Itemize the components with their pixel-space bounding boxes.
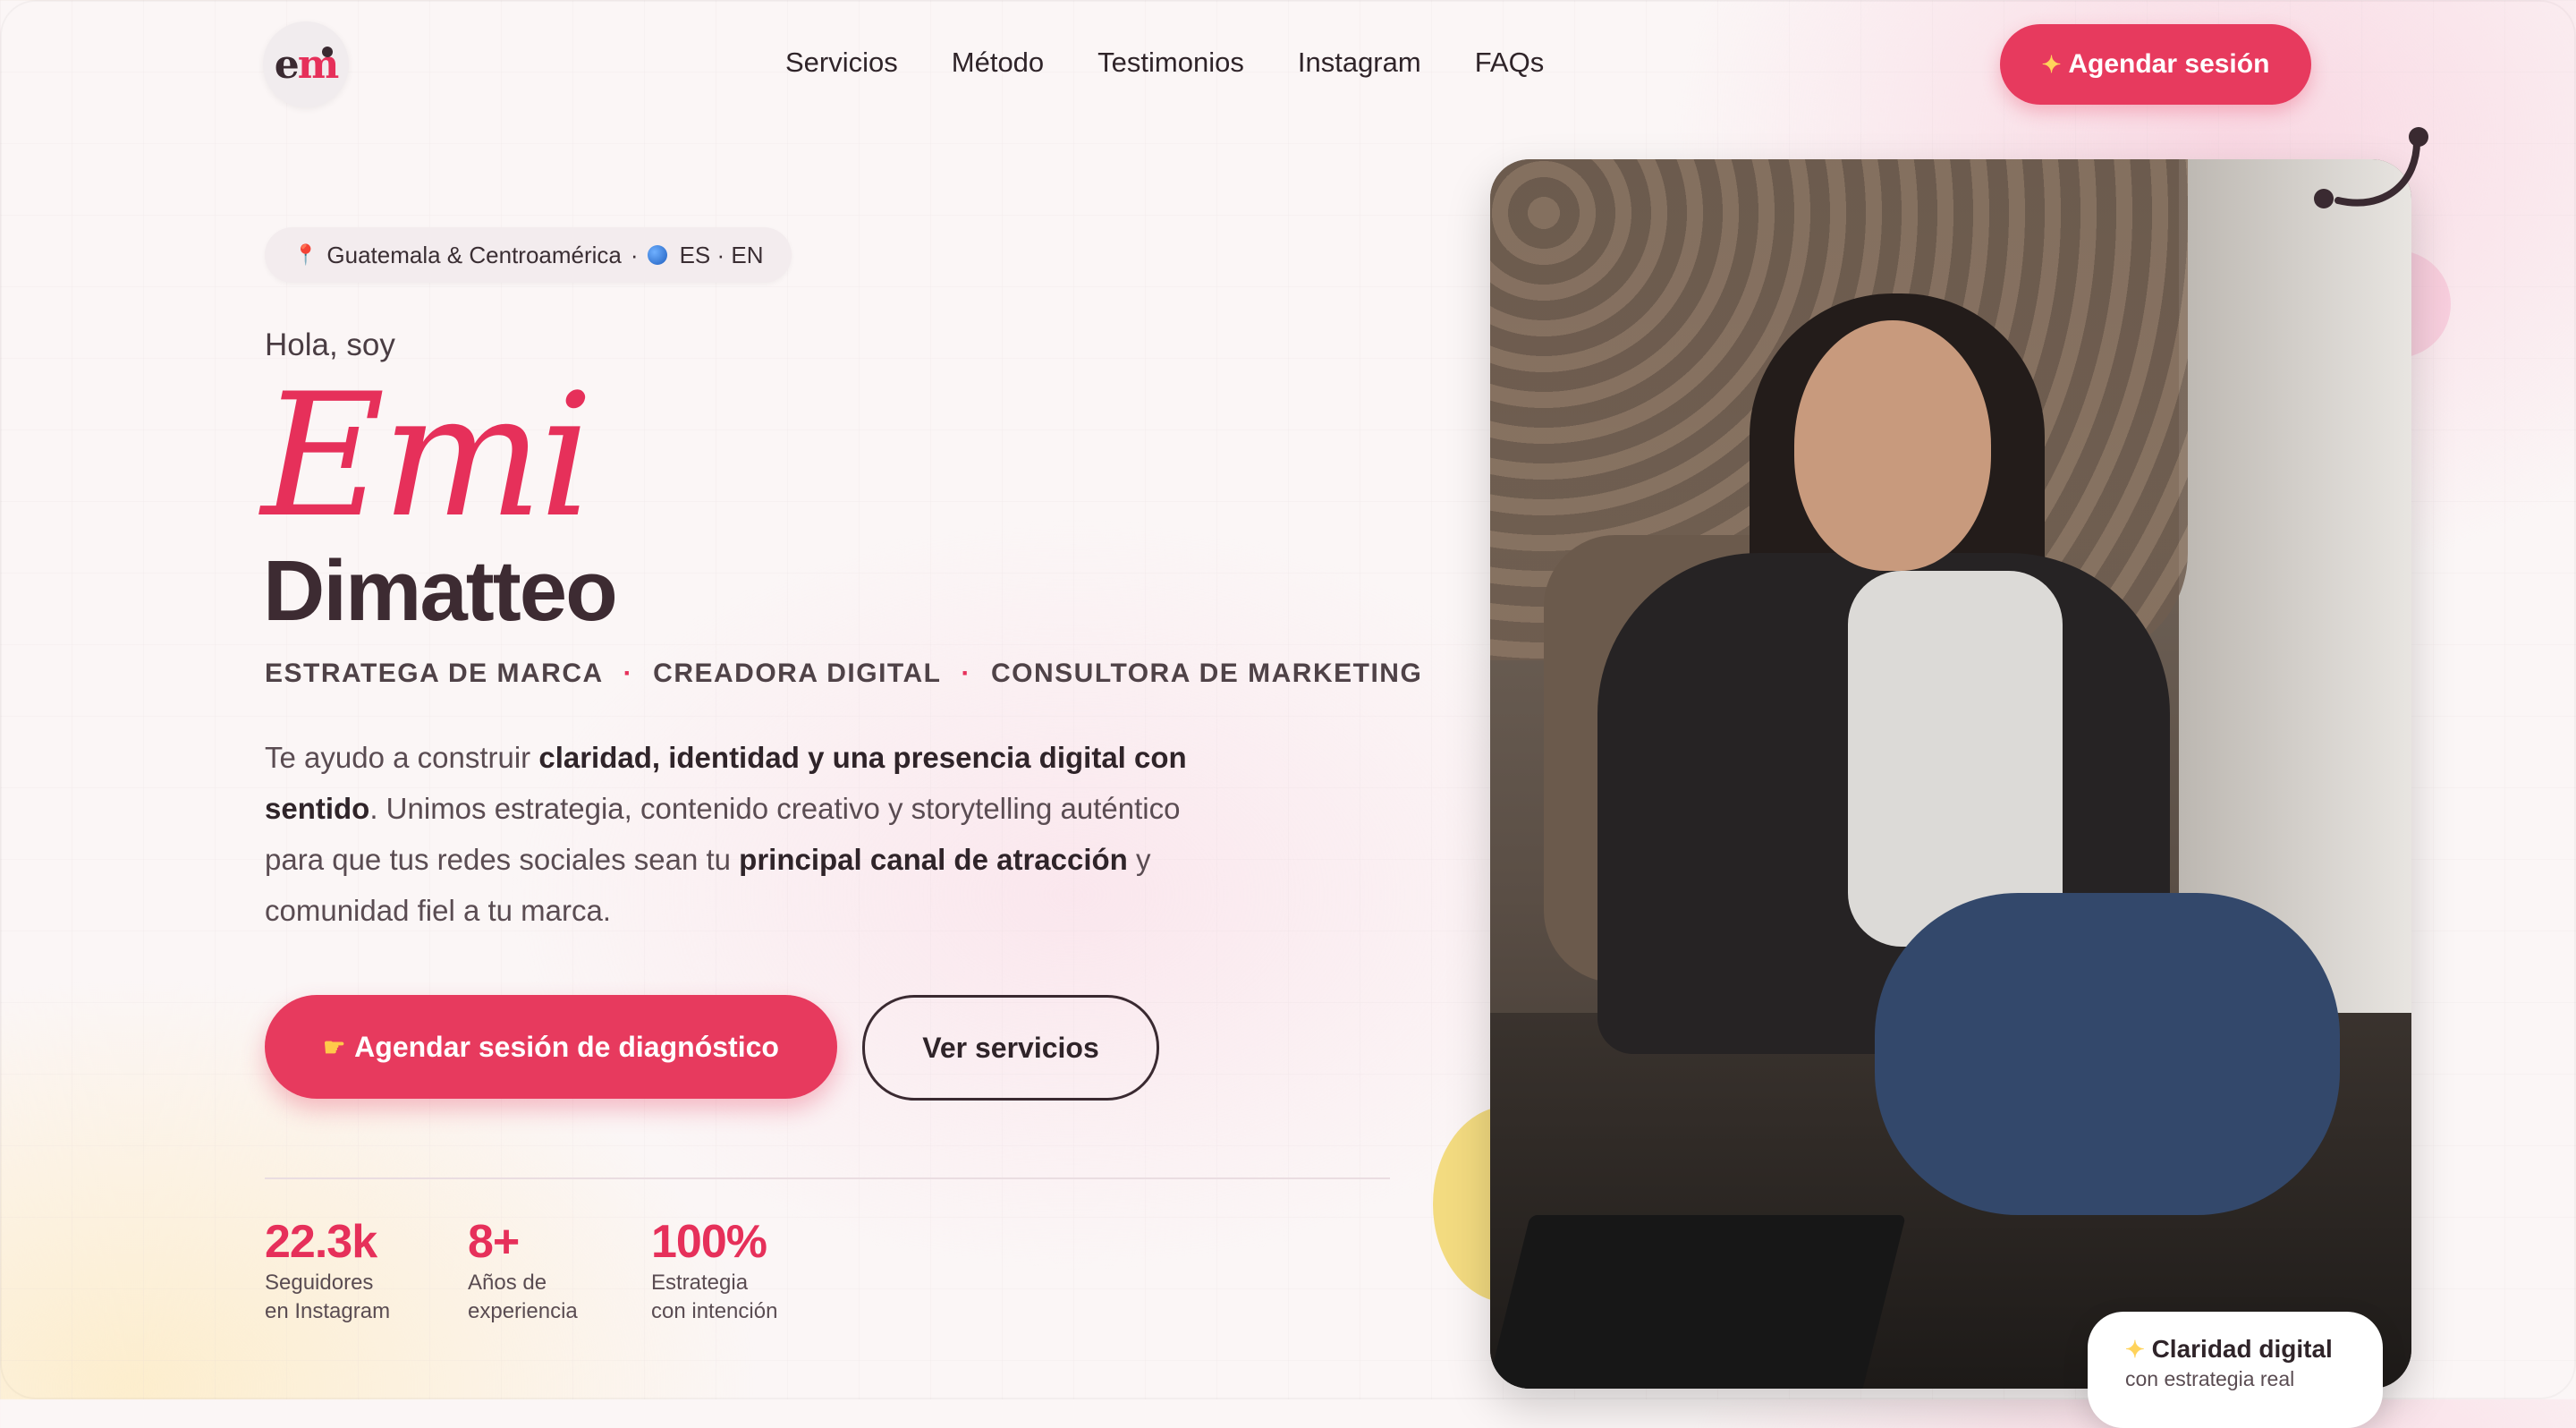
sparkles-icon: ✦ [2041,50,2062,78]
book-diagnostic-label: Agendar sesión de diagnóstico [354,1030,779,1063]
stat-label: Estrategia con intención [651,1271,778,1323]
globe-icon [647,245,667,265]
header-book-session-label: Agendar sesión [2068,49,2270,79]
roles-line: ESTRATEGA DE MARCA · CREADORA DIGITAL · … [265,659,1422,689]
stat-years: 8+ Años de experiencia [468,1215,647,1326]
nav-faqs[interactable]: FAQs [1475,47,1545,79]
smile-decor-icon [2314,127,2428,208]
hero-description: Te ayudo a construir claridad, identidad… [265,741,1187,927]
main-nav: Servicios Método Testimonios Instagram F… [785,47,1544,79]
stat-label: Años de experiencia [468,1271,578,1323]
sparkles-icon: ✦ [2125,1336,2145,1363]
stat-followers: 22.3k Seguidores en Instagram [265,1215,444,1326]
profile-photo [1490,159,2411,1389]
nav-servicios[interactable]: Servicios [785,47,898,79]
photo-shirt [1848,571,2063,947]
pointing-hand-icon: ☛ [323,1033,346,1061]
nav-testimonios[interactable]: Testimonios [1097,47,1244,79]
clarity-badge-subtitle: con estrategia real [2125,1367,2295,1390]
nav-metodo[interactable]: Método [952,47,1044,79]
last-name: Dimatteo [263,543,618,639]
map-pin-icon: 📍 [293,243,318,266]
photo-face [1794,320,1991,571]
logo[interactable]: em [263,21,349,107]
stat-value: 100% [651,1216,767,1268]
photo-laptop [1490,1215,1906,1389]
location-text: Guatemala & Centroamérica [326,241,622,268]
view-services-label: Ver servicios [922,1031,1099,1064]
clarity-badge-title: ✦ Claridad digital [2125,1335,2333,1363]
logo-dot [322,47,333,57]
stat-label: Seguidores en Instagram [265,1271,391,1323]
role-separator: · [623,659,634,688]
header-book-session-button[interactable]: ✦ Agendar sesión [2000,24,2311,105]
location-chip: 📍 Guatemala & Centroamérica · ES · EN [265,227,792,283]
role-marketing-consultant: CONSULTORA DE MARKETING [991,659,1423,688]
languages-text: ES · EN [679,241,764,268]
role-digital-creator: CREADORA DIGITAL [653,659,942,688]
book-diagnostic-button[interactable]: ☛ Agendar sesión de diagnóstico [265,995,837,1099]
role-separator: · [961,659,971,688]
nav-instagram[interactable]: Instagram [1298,47,1421,79]
location-separator: · [630,241,639,268]
first-name: Emi [261,357,594,555]
stat-value: 22.3k [265,1216,377,1268]
photo-jeans [1875,893,2340,1215]
stat-strategy: 100% Estrategia con intención [651,1215,830,1326]
stat-value: 8+ [468,1216,520,1268]
stats-divider [265,1177,1390,1179]
view-services-button[interactable]: Ver servicios [862,995,1159,1101]
role-brand-strategist: ESTRATEGA DE MARCA [265,659,604,688]
clarity-badge: ✦ Claridad digital con estrategia real [2088,1312,2383,1428]
